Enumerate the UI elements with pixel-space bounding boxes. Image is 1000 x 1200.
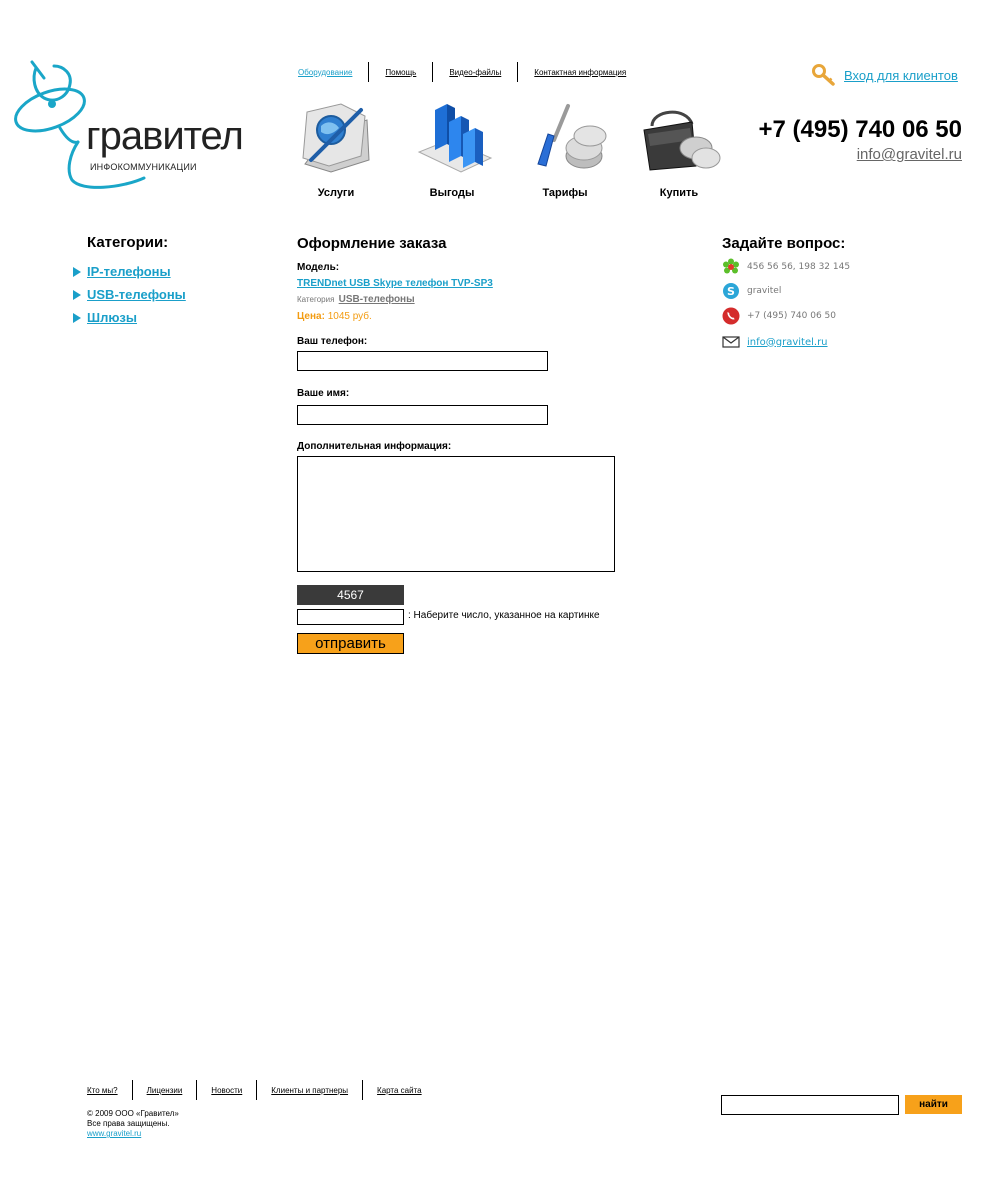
- divider: [368, 62, 370, 82]
- arrow-right-icon: [73, 312, 81, 323]
- footer-link-clients[interactable]: Клиенты и партнеры: [271, 1086, 348, 1095]
- category-usb-phones[interactable]: USB-телефоны: [87, 287, 186, 302]
- screwdriver-coins-icon: [537, 104, 607, 169]
- top-nav-contacts[interactable]: Контактная информация: [534, 68, 626, 77]
- arrow-right-icon: [73, 266, 81, 277]
- category-ip-phones[interactable]: IP-телефоны: [87, 264, 171, 279]
- svg-text:S: S: [727, 285, 735, 298]
- extra-info-textarea[interactable]: [297, 456, 615, 572]
- category-gateways[interactable]: Шлюзы: [87, 310, 137, 325]
- search-button[interactable]: найти: [905, 1095, 962, 1114]
- submit-button[interactable]: отправить: [297, 633, 404, 654]
- copyright-text: © 2009 ООО «Гравител»: [87, 1109, 179, 1118]
- footer-nav: Кто мы? Лицензии Новости Клиенты и партн…: [87, 1080, 422, 1100]
- bar-chart-icon: [417, 104, 493, 173]
- divider: [131, 1080, 133, 1100]
- rights-text: Все права защищены.: [87, 1119, 170, 1128]
- divider: [362, 1080, 364, 1100]
- list-item: USB-телефоны: [73, 283, 186, 306]
- header-email[interactable]: info@gravitel.ru: [857, 146, 962, 163]
- ask-title: Задайте вопрос:: [722, 235, 846, 252]
- copyright: © 2009 ООО «Гравител» Все права защищены…: [87, 1109, 179, 1139]
- phone-value: +7 (495) 740 06 50: [747, 311, 836, 321]
- client-login[interactable]: Вход для клиентов: [812, 64, 958, 86]
- key-icon: [812, 64, 835, 86]
- categories-list: IP-телефоны USB-телефоны Шлюзы: [73, 260, 186, 329]
- email-link[interactable]: info@gravitel.ru: [747, 337, 828, 348]
- client-login-link[interactable]: Вход для клиентов: [844, 68, 958, 83]
- menu-tariffs[interactable]: Тарифы: [515, 100, 615, 199]
- category-line: Категория USB-телефоны: [297, 294, 415, 305]
- menu-buy-label: Купить: [659, 187, 699, 199]
- name-input[interactable]: [297, 405, 548, 425]
- name-label: Ваше имя:: [297, 388, 350, 399]
- contact-skype: S gravitel: [722, 282, 781, 300]
- contact-icq: 456 56 56, 198 32 145: [722, 258, 850, 276]
- price-label: Цена:: [297, 311, 325, 322]
- categories-title: Категории:: [87, 234, 169, 251]
- price: Цена: 1045 руб.: [297, 311, 372, 322]
- divider: [256, 1080, 258, 1100]
- footer-link-news[interactable]: Новости: [211, 1086, 242, 1095]
- phone-label: Ваш телефон:: [297, 336, 368, 347]
- logo-title: гравител: [86, 114, 244, 158]
- footer-link-about[interactable]: Кто мы?: [87, 1086, 118, 1095]
- site-link[interactable]: www.gravitel.ru: [87, 1129, 141, 1138]
- icq-value: 456 56 56, 198 32 145: [747, 262, 851, 272]
- contact-email: info@gravitel.ru: [722, 333, 828, 351]
- search-input[interactable]: [721, 1095, 899, 1115]
- phone-input[interactable]: [297, 351, 548, 371]
- footer-link-sitemap[interactable]: Карта сайта: [377, 1086, 422, 1095]
- header-phone: +7 (495) 740 06 50: [758, 116, 963, 143]
- divider: [517, 62, 519, 82]
- phone-icon: [722, 307, 740, 325]
- icq-flower-icon: [722, 258, 740, 276]
- model-link[interactable]: TRENDnet USB Skype телефон TVP-SP3: [297, 278, 493, 289]
- menu-tariffs-label: Тарифы: [542, 187, 588, 199]
- menu-buy[interactable]: Купить: [629, 100, 729, 199]
- book-globe-icon: [302, 103, 370, 173]
- contact-phone: +7 (495) 740 06 50: [722, 307, 836, 325]
- model-label: Модель:: [297, 262, 340, 273]
- wallet-coins-icon: [643, 110, 721, 171]
- list-item: IP-телефоны: [73, 260, 186, 283]
- captcha-input[interactable]: [297, 609, 404, 625]
- category-label: Категория: [297, 295, 335, 304]
- top-nav-help[interactable]: Помощь: [385, 68, 416, 77]
- envelope-icon: [722, 333, 740, 351]
- top-nav-equipment[interactable]: Оборудование: [298, 68, 352, 77]
- skype-value: gravitel: [747, 286, 782, 296]
- divider: [196, 1080, 198, 1100]
- captcha-hint: : Наберите число, указанное на картинке: [408, 610, 600, 621]
- menu-benefits[interactable]: Выгоды: [402, 100, 502, 199]
- arrow-right-icon: [73, 289, 81, 300]
- list-item: Шлюзы: [73, 306, 186, 329]
- top-nav: Оборудование Помощь Видео-файлы Контактн…: [298, 62, 626, 82]
- extra-info-label: Дополнительная информация:: [297, 441, 452, 452]
- top-nav-videos[interactable]: Видео-файлы: [449, 68, 501, 77]
- menu-services-label: Услуги: [317, 187, 355, 199]
- menu-benefits-label: Выгоды: [429, 187, 475, 199]
- price-value: 1045 руб.: [327, 311, 372, 322]
- page-title: Оформление заказа: [297, 235, 447, 252]
- logo-subtitle: ИНФОКОММУНИКАЦИИ: [90, 162, 197, 172]
- divider: [432, 62, 434, 82]
- captcha-image: 4567: [297, 585, 404, 605]
- skype-icon: S: [722, 282, 740, 300]
- menu-services[interactable]: Услуги: [286, 100, 386, 199]
- footer-link-licenses[interactable]: Лицензии: [147, 1086, 183, 1095]
- category-link[interactable]: USB-телефоны: [339, 294, 415, 305]
